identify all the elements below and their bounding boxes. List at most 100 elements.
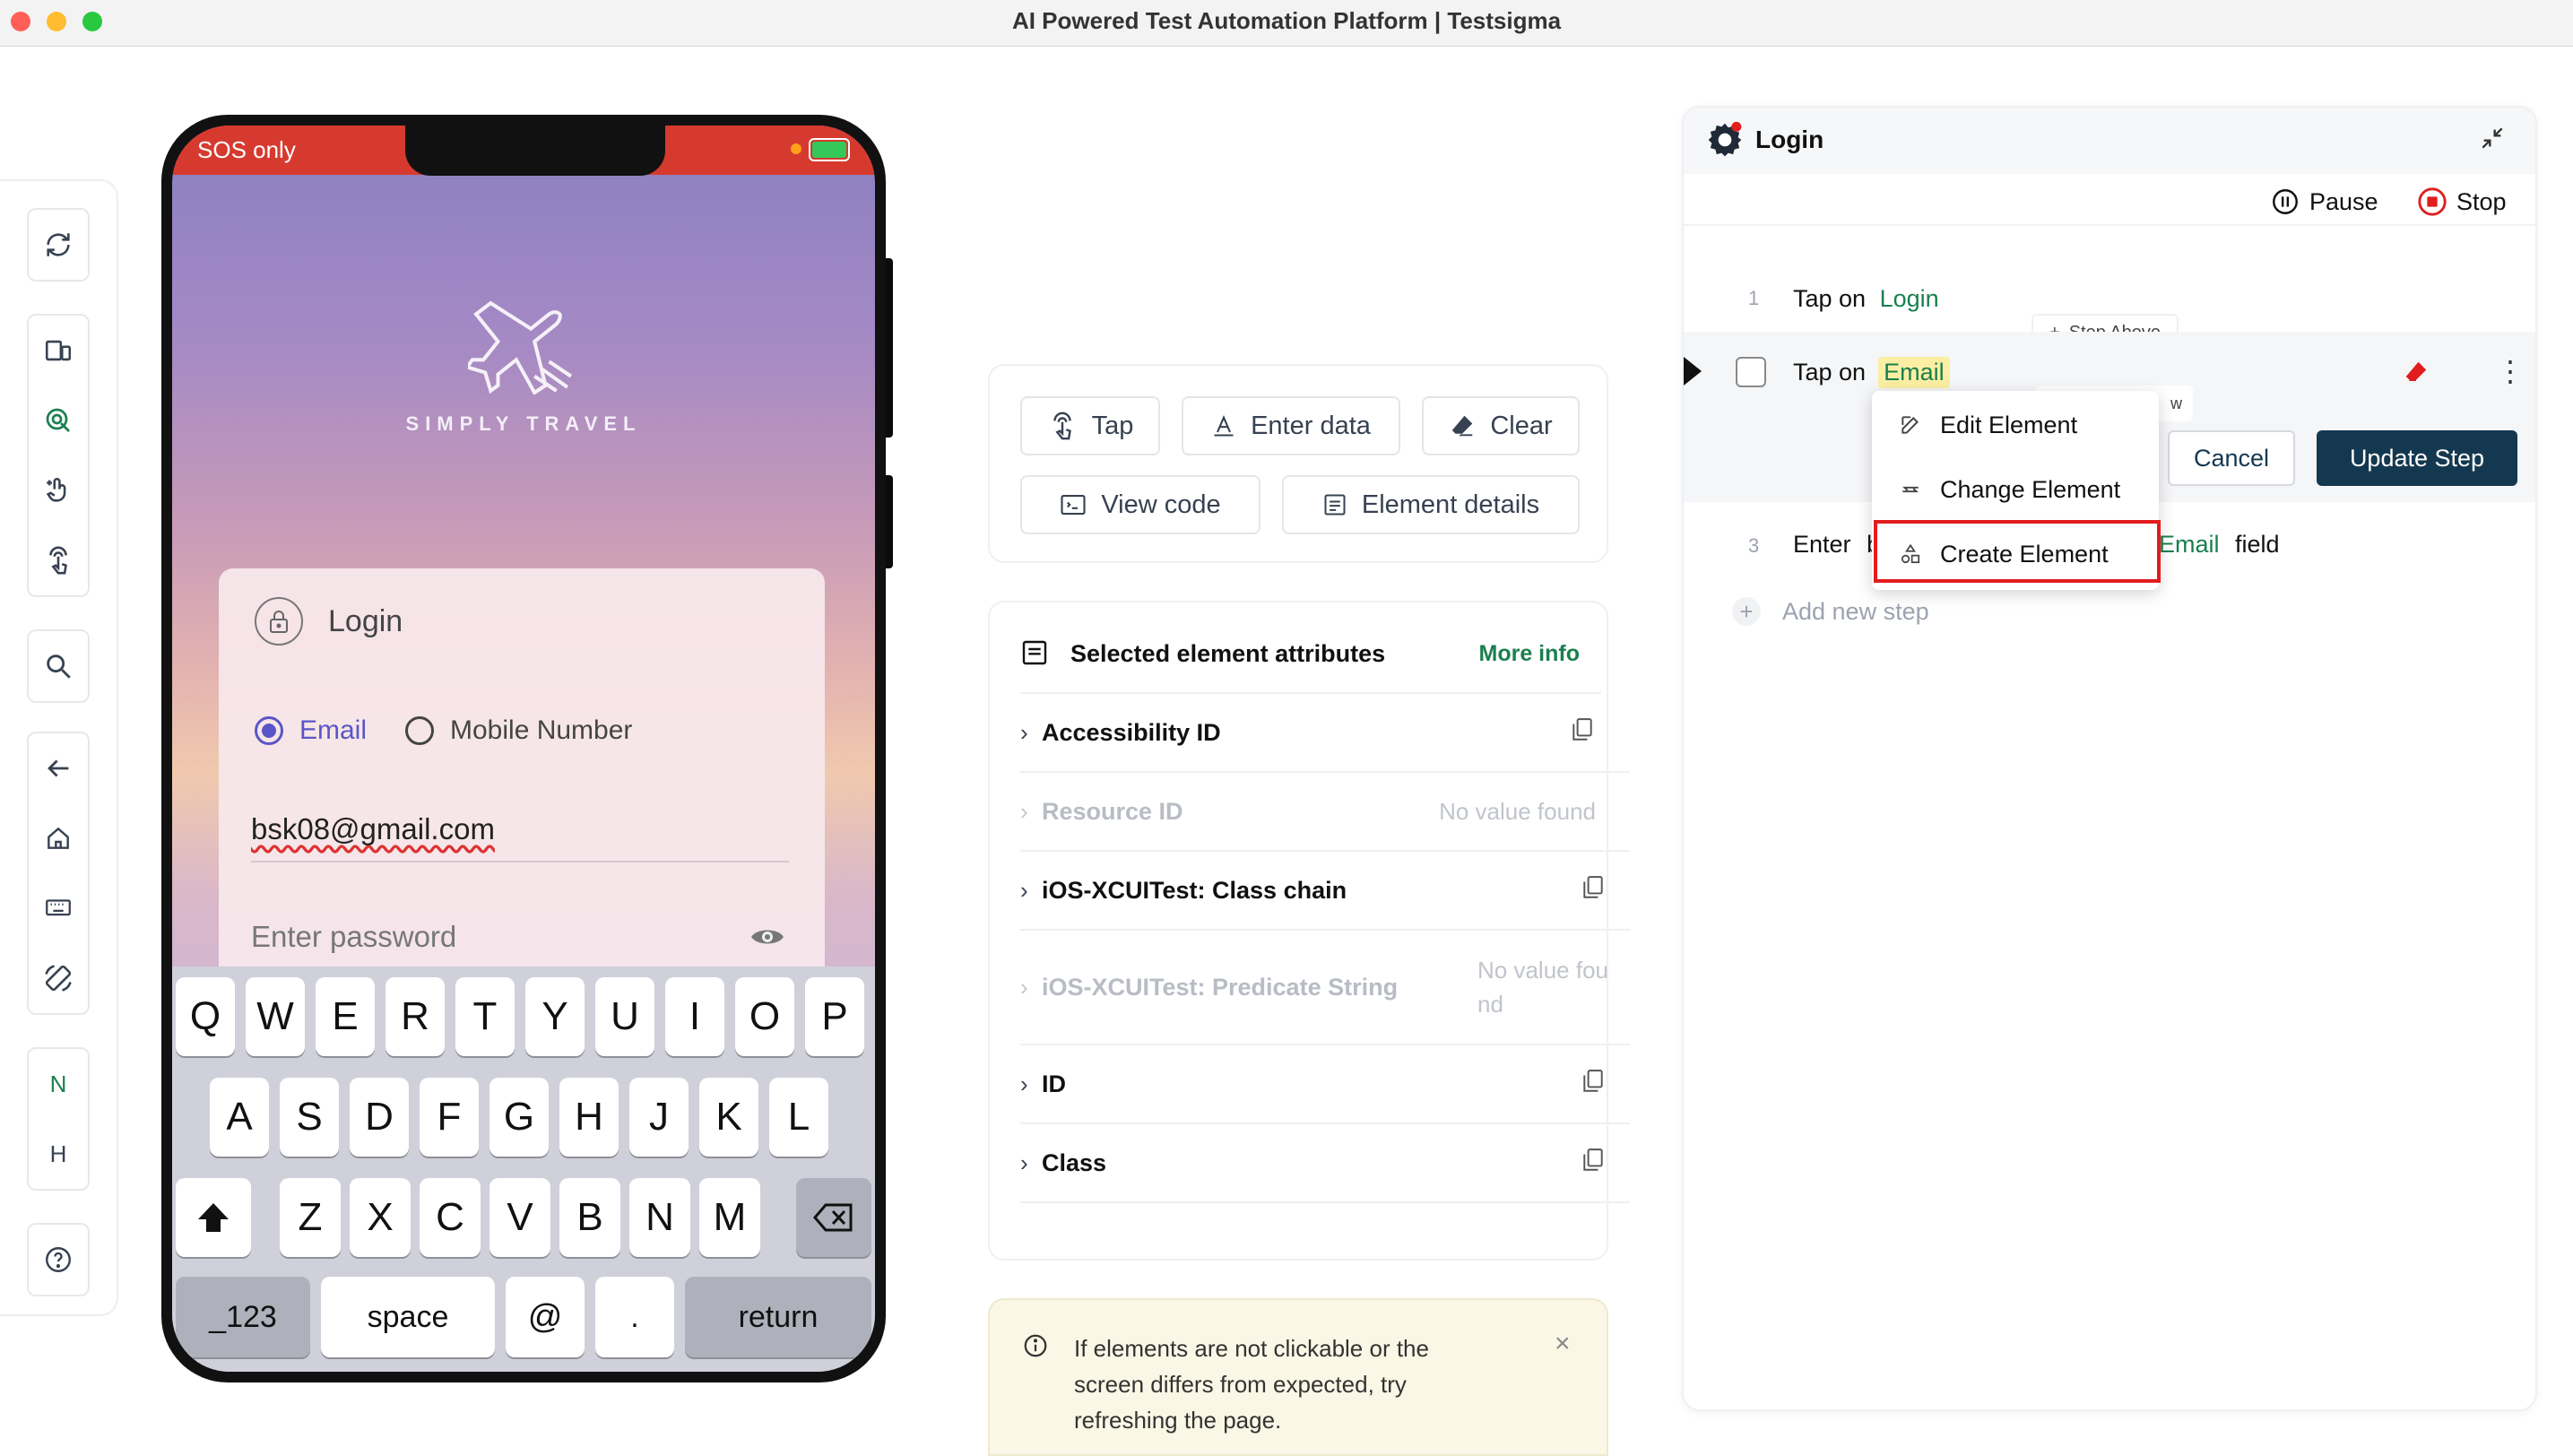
shift-key[interactable] — [176, 1178, 251, 1257]
rotate-icon[interactable] — [29, 943, 88, 1013]
key-j[interactable]: J — [629, 1078, 689, 1157]
stop-button[interactable]: Stop — [2417, 186, 2507, 217]
chevron-right-icon: › — [1020, 876, 1028, 904]
key-h[interactable]: H — [559, 1078, 619, 1157]
key-q[interactable]: Q — [176, 977, 235, 1056]
key-g[interactable]: G — [489, 1078, 549, 1157]
help-icon[interactable] — [29, 1225, 88, 1295]
create-element-highlight — [1874, 520, 2161, 583]
back-arrow-icon[interactable] — [29, 733, 88, 803]
space-key[interactable]: space — [321, 1277, 495, 1357]
add-new-step-button[interactable]: + Add new step — [1732, 597, 1929, 626]
attribute-class[interactable]: › Class — [1020, 1124, 1630, 1203]
key-u[interactable]: U — [595, 977, 654, 1056]
play-caret-icon[interactable] — [1684, 357, 1702, 390]
delete-key[interactable] — [796, 1178, 871, 1257]
key-m[interactable]: M — [699, 1178, 760, 1257]
tap-icon[interactable] — [29, 525, 88, 595]
collapse-icon[interactable] — [2478, 124, 2507, 157]
device-screen[interactable]: SOS only SIMPLY TRAVEL Login Email Mobil… — [172, 126, 875, 1372]
plus-icon: + — [1732, 597, 1761, 626]
key-r[interactable]: R — [386, 977, 445, 1056]
toolbar-n-button[interactable]: N — [29, 1049, 88, 1119]
radio-email[interactable]: Email — [255, 715, 367, 746]
numbers-key[interactable]: _123 — [176, 1277, 310, 1357]
copy-icon[interactable] — [1581, 875, 1605, 906]
radio-mobile[interactable]: Mobile Number — [405, 715, 632, 746]
key-o[interactable]: O — [735, 977, 794, 1056]
more-options-icon[interactable]: ⋮ — [2496, 357, 2525, 386]
update-step-button[interactable]: Update Step — [2317, 430, 2517, 486]
step-3-target: Email field — [2159, 531, 2280, 558]
step-3[interactable]: Enter b — [1793, 531, 1880, 559]
element-chip[interactable]: Email — [1878, 357, 1950, 388]
close-notice-icon[interactable]: × — [1555, 1329, 1571, 1359]
attribute-accessibility-id[interactable]: › Accessibility ID — [1020, 694, 1630, 773]
key-x[interactable]: X — [350, 1178, 411, 1257]
menu-change-element[interactable]: Change Element — [1872, 457, 2159, 522]
key-t[interactable]: T — [455, 977, 515, 1056]
cancel-button[interactable]: Cancel — [2168, 430, 2295, 486]
devices-icon[interactable] — [29, 316, 88, 386]
key-f[interactable]: F — [420, 1078, 479, 1157]
keyboard-icon[interactable] — [29, 873, 88, 943]
toolbar-group-search — [27, 629, 90, 703]
key-n[interactable]: N — [629, 1178, 690, 1257]
eraser-icon[interactable] — [2403, 359, 2430, 390]
email-field[interactable]: bsk08@gmail.com — [251, 798, 789, 862]
menu-edit-element[interactable]: Edit Element — [1872, 393, 2159, 457]
inspect-icon[interactable] — [29, 386, 88, 455]
key-k[interactable]: K — [699, 1078, 758, 1157]
key-c[interactable]: C — [420, 1178, 481, 1257]
search-icon[interactable] — [29, 631, 88, 701]
key-p[interactable]: P — [805, 977, 864, 1056]
key-e[interactable]: E — [316, 977, 375, 1056]
step-2[interactable]: Tap on Email — [1793, 357, 1950, 388]
chevron-right-icon: › — [1020, 718, 1028, 746]
key-l[interactable]: L — [769, 1078, 828, 1157]
toolbar-h-button[interactable]: H — [29, 1119, 88, 1189]
pause-icon — [2273, 189, 2298, 214]
attribute-class-chain[interactable]: › iOS-XCUITest: Class chain — [1020, 852, 1630, 931]
step-number: 1 — [1748, 287, 1760, 309]
dot-key[interactable]: . — [595, 1277, 674, 1357]
attributes-title: Selected element attributes — [1070, 640, 1386, 667]
radio-unselected-icon — [405, 716, 434, 745]
show-password-eye-icon[interactable] — [749, 925, 785, 953]
key-i[interactable]: I — [665, 977, 724, 1056]
tap-button[interactable]: Tap — [1020, 396, 1160, 455]
chevron-right-icon: › — [1020, 1070, 1028, 1097]
at-key[interactable]: @ — [506, 1277, 585, 1357]
key-z[interactable]: Z — [280, 1178, 341, 1257]
ios-keyboard: _123 space @ . return QWERTYUIOP ASDFGHJK… — [172, 966, 875, 1372]
key-b[interactable]: B — [559, 1178, 620, 1257]
clear-button[interactable]: Clear — [1422, 396, 1580, 455]
key-v[interactable]: V — [489, 1178, 550, 1257]
key-y[interactable]: Y — [525, 977, 585, 1056]
step-checkbox[interactable] — [1736, 357, 1766, 387]
home-icon[interactable] — [29, 803, 88, 873]
more-info-link[interactable]: More info — [1479, 641, 1581, 667]
key-s[interactable]: S — [280, 1078, 339, 1157]
key-w[interactable]: W — [246, 977, 305, 1056]
refresh-icon[interactable] — [29, 210, 88, 280]
attribute-id[interactable]: › ID — [1020, 1045, 1630, 1124]
copy-icon[interactable] — [1581, 1148, 1605, 1179]
enter-data-button[interactable]: Enter data — [1182, 396, 1400, 455]
window-titlebar: AI Powered Test Automation Platform | Te… — [0, 0, 2573, 47]
swap-icon — [1902, 486, 1919, 493]
step-1[interactable]: Tap on Login — [1793, 285, 1939, 313]
pause-button[interactable]: Pause — [2270, 186, 2378, 217]
toolbar-group-device — [27, 314, 90, 597]
gesture-icon[interactable] — [29, 455, 88, 525]
toolbar-group-navigation — [27, 732, 90, 1015]
device-toolbar: N H — [0, 179, 118, 1316]
password-field[interactable]: Enter password — [251, 904, 789, 972]
copy-icon[interactable] — [1581, 1069, 1605, 1100]
key-a[interactable]: A — [210, 1078, 269, 1157]
return-key[interactable]: return — [685, 1277, 871, 1357]
key-d[interactable]: D — [350, 1078, 409, 1157]
element-details-button[interactable]: Element details — [1282, 475, 1580, 534]
copy-icon[interactable] — [1571, 717, 1594, 749]
view-code-button[interactable]: View code — [1020, 475, 1261, 534]
